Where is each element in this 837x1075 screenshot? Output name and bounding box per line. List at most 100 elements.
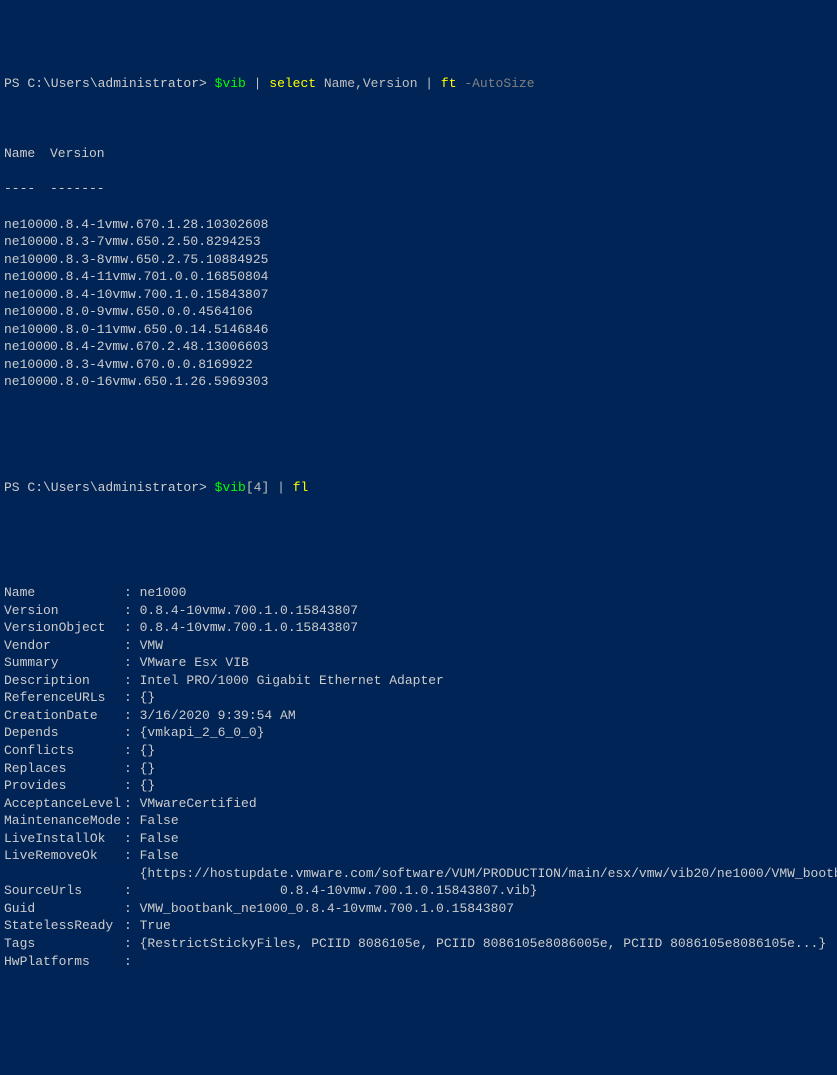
separator: : [124,830,140,848]
list-item: StatelessReady: True [4,917,833,935]
property-value: VMW_bootbank_ne1000_0.8.4-10vmw.700.1.0.… [140,900,514,918]
table-row: ne10000.8.0-11vmw.650.0.14.5146846 [4,321,833,339]
col-version-header: Version [50,145,105,163]
property-value: {} [140,689,156,707]
property-value: {https://hostupdate.vmware.com/software/… [140,865,837,900]
blank-line [4,110,833,128]
cell-name: ne1000 [4,338,50,356]
ft-cmd: ft [441,76,464,91]
table-row: ne10000.8.0-9vmw.650.0.0.4564106 [4,303,833,321]
list-item: Vendor: VMW [4,637,833,655]
list-item: Replaces: {} [4,760,833,778]
property-value: {} [140,742,156,760]
cell-name: ne1000 [4,216,50,234]
property-value: VMwareCertified [140,795,257,813]
variable: $vib [215,480,246,495]
cell-version: 0.8.3-7vmw.650.2.50.8294253 [50,233,261,251]
table-row: ne10000.8.4-10vmw.700.1.0.15843807 [4,286,833,304]
property-key: LiveRemoveOk [4,847,124,865]
property-key: MaintenanceMode [4,812,124,830]
cell-version: 0.8.4-11vmw.701.0.0.16850804 [50,268,268,286]
blank-line [4,549,833,567]
cell-name: ne1000 [4,373,50,391]
args: Name,Version [324,76,425,91]
list-item: ReferenceURLs: {} [4,689,833,707]
list-item: HwPlatforms: [4,953,833,971]
separator: : [124,689,140,707]
list-item: Tags: {RestrictStickyFiles, PCIID 808610… [4,935,833,953]
list-item: Description: Intel PRO/1000 Gigabit Ethe… [4,672,833,690]
table-row: ne10000.8.3-8vmw.650.2.75.10884925 [4,251,833,269]
separator: : [124,795,140,813]
property-value: {vmkapi_2_6_0_0} [140,724,265,742]
index: [4] [246,480,277,495]
property-key: Tags [4,935,124,953]
blank-line [4,409,833,427]
separator: : [124,742,140,760]
cell-version: 0.8.0-11vmw.650.0.14.5146846 [50,321,268,339]
property-key: Replaces [4,760,124,778]
property-key: CreationDate [4,707,124,725]
list-item: SourceUrls: {https://hostupdate.vmware.c… [4,865,833,900]
cell-version: 0.8.3-8vmw.650.2.75.10884925 [50,251,268,269]
property-key: Summary [4,654,124,672]
list-item: Conflicts: {} [4,742,833,760]
property-value: 0.8.4-10vmw.700.1.0.15843807 [140,602,358,620]
format-list-output: Name: ne1000Version: 0.8.4-10vmw.700.1.0… [4,584,833,970]
separator: : [124,637,140,655]
separator: : [124,584,140,602]
property-value: {RestrictStickyFiles, PCIID 8086105e, PC… [140,935,827,953]
pipe: | [277,480,293,495]
separator: : [124,619,140,637]
blank-line [4,444,833,462]
separator: : [124,760,140,778]
list-item: LiveInstallOk: False [4,830,833,848]
cell-version: 0.8.4-2vmw.670.2.48.13006603 [50,338,268,356]
list-item: Version: 0.8.4-10vmw.700.1.0.15843807 [4,602,833,620]
property-key: Name [4,584,124,602]
cell-name: ne1000 [4,321,50,339]
terminal-output[interactable]: PS C:\Users\administrator> $vib | select… [4,75,833,987]
separator: : [124,917,140,935]
separator: : [124,672,140,690]
property-key: AcceptanceLevel [4,795,124,813]
table-row: ne10000.8.4-1vmw.670.1.28.10302608 [4,216,833,234]
cell-version: 0.8.4-1vmw.670.1.28.10302608 [50,216,268,234]
list-item: LiveRemoveOk: False [4,847,833,865]
property-value: VMW [140,637,163,655]
separator: : [124,707,140,725]
separator: : [124,812,140,830]
separator: : [124,602,140,620]
list-item: Provides: {} [4,777,833,795]
select-cmd: select [269,76,324,91]
property-key: HwPlatforms [4,953,124,971]
cell-version: 0.8.0-16vmw.650.1.26.5969303 [50,373,268,391]
separator: : [124,724,140,742]
fl-cmd: fl [293,480,309,495]
prompt-line-2: PS C:\Users\administrator> $vib[4] | fl [4,479,833,497]
property-key: LiveInstallOk [4,830,124,848]
property-value: 3/16/2020 9:39:54 AM [140,707,296,725]
pipe: | [254,76,270,91]
cell-name: ne1000 [4,286,50,304]
property-key: Guid [4,900,124,918]
table-row: ne10000.8.3-4vmw.670.0.0.8169922 [4,356,833,374]
property-key: Conflicts [4,742,124,760]
separator: : [124,882,140,900]
separator: : [124,847,140,865]
table-row: ne10000.8.4-11vmw.701.0.0.16850804 [4,268,833,286]
cell-version: 0.8.3-4vmw.670.0.0.8169922 [50,356,253,374]
property-value: False [140,847,179,865]
property-key: SourceUrls [4,882,124,900]
table-row: ne10000.8.0-16vmw.650.1.26.5969303 [4,373,833,391]
property-key: Vendor [4,637,124,655]
property-key: Version [4,602,124,620]
property-value: False [140,830,179,848]
cell-version: 0.8.0-9vmw.650.0.0.4564106 [50,303,253,321]
cell-name: ne1000 [4,233,50,251]
col-name-header: Name [4,145,50,163]
property-value: VMware Esx VIB [140,654,249,672]
property-value: 0.8.4-10vmw.700.1.0.15843807 [140,619,358,637]
separator: : [124,900,140,918]
table-row: ne10000.8.3-7vmw.650.2.50.8294253 [4,233,833,251]
